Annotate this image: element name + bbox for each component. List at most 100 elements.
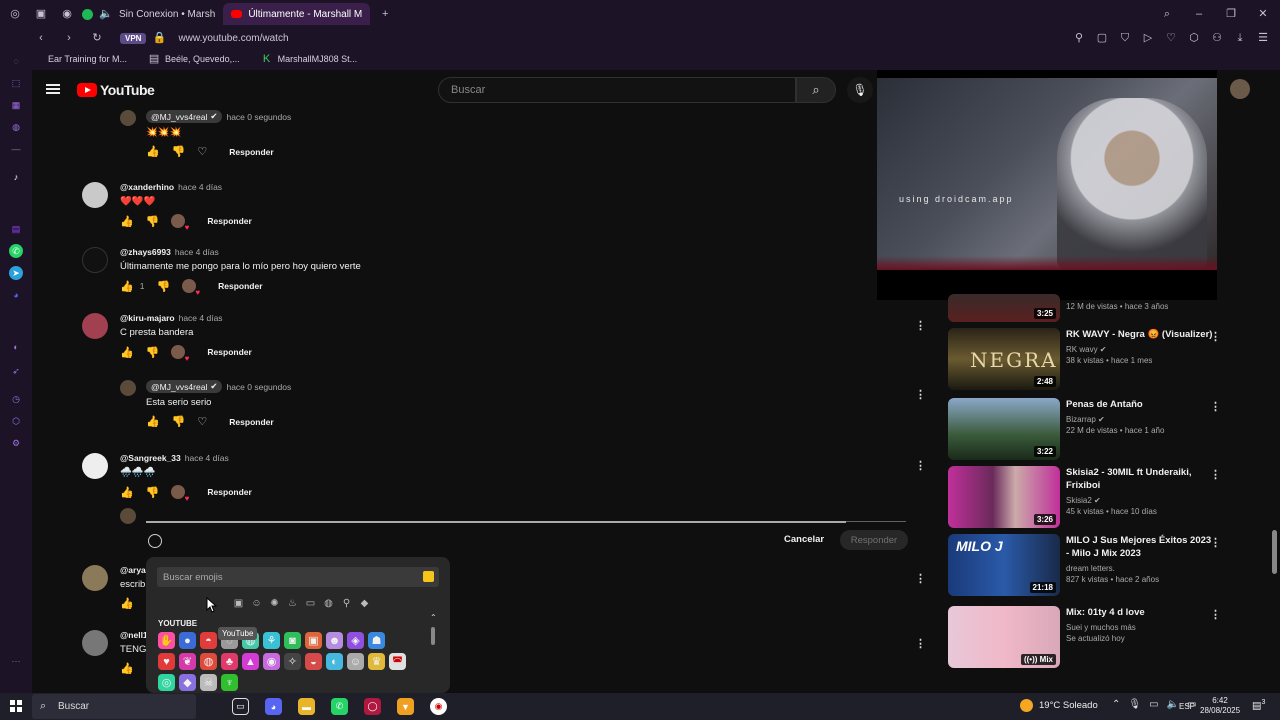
heart-icon[interactable]: ♡	[197, 415, 207, 428]
shield-icon[interactable]: ⛉	[1118, 31, 1132, 45]
video-menu-icon[interactable]: ⋮	[1210, 608, 1221, 621]
comment-menu-icon[interactable]: ⋮	[915, 572, 926, 585]
channel-name[interactable]: RK wavy	[1066, 345, 1098, 354]
thumbnail[interactable]: 3:22	[948, 398, 1060, 460]
people-category-icon[interactable]: ✺	[268, 597, 281, 610]
dislike-icon[interactable]: 👎	[172, 145, 186, 158]
forward-icon[interactable]: ›	[62, 31, 76, 45]
thumbnail[interactable]: 3:25	[948, 294, 1060, 322]
comment-menu-icon[interactable]: ⋮	[915, 319, 926, 332]
like-icon[interactable]: 👍	[120, 597, 134, 610]
notifications-icon[interactable]: ▤3	[1252, 699, 1265, 711]
download-icon[interactable]: ⤓	[1233, 31, 1247, 45]
emoji-face-icon[interactable]: ●	[179, 632, 196, 649]
tab-overview-icon[interactable]: ◉	[60, 7, 74, 21]
start-button[interactable]	[10, 700, 22, 712]
emoji-robot-icon[interactable]: ☻	[326, 632, 343, 649]
video-menu-icon[interactable]: ⋮	[1210, 468, 1221, 481]
recommendation-item[interactable]: 3:26 Skisia2 - 30MIL ft Underaiki, Frixi…	[948, 466, 1248, 528]
symbols-category-icon[interactable]: ◆	[358, 597, 371, 610]
discord-icon[interactable]: ◕	[265, 698, 282, 715]
youtube-logo[interactable]: YouTube	[77, 82, 155, 98]
channel-name[interactable]: Skisia2	[1066, 496, 1092, 505]
comment-time[interactable]: hace 4 días	[178, 182, 222, 192]
tiktok-icon[interactable]: ♪	[9, 170, 23, 184]
emoji-ghost-icon[interactable]: ☗	[368, 632, 385, 649]
emoji-angry-icon[interactable]: ◒	[305, 653, 322, 670]
search-button[interactable]: ⌕	[796, 77, 836, 103]
avatar[interactable]	[82, 453, 108, 479]
extensions-icon[interactable]: ⬡	[1187, 31, 1201, 45]
voice-search-button[interactable]: 🎙	[847, 77, 873, 103]
youtube-category-icon[interactable]: ▣	[232, 597, 245, 610]
cancel-button[interactable]: Cancelar	[784, 534, 824, 545]
recommendation-item[interactable]: NEGRA 2:48 RK WAVY - Negra 😡 (Visualizer…	[948, 328, 1248, 390]
recommendation-item[interactable]: ((•)) Mix Mix: 01ty 4 d love Suei y much…	[948, 606, 1248, 668]
scroll-up-icon[interactable]: ⌃	[430, 613, 437, 622]
like-icon[interactable]: 👍	[120, 486, 134, 499]
channel-name[interactable]: Bizarrap	[1066, 415, 1096, 424]
comment-author[interactable]: @kiru-majaro	[120, 313, 175, 323]
telegram-icon[interactable]: ➤	[9, 266, 23, 280]
comment-author[interactable]: @Sangreek_33	[120, 453, 181, 463]
gamepad-icon[interactable]: ▣	[34, 7, 48, 21]
recommendation-item[interactable]: 3:22 Penas de Antaño Bizarrap ✔ 22 M de v…	[948, 398, 1248, 460]
emoji-lips-icon[interactable]: ◓	[200, 632, 217, 649]
emoji-picker-icon[interactable]	[148, 534, 162, 548]
like-icon[interactable]: 👍	[146, 415, 160, 428]
emoji-pink-icon[interactable]: ❦	[179, 653, 196, 670]
comment-time[interactable]: hace 4 días	[175, 247, 219, 257]
dislike-icon[interactable]: 👎	[146, 346, 160, 359]
account-avatar[interactable]	[1230, 79, 1250, 99]
reply-button[interactable]: Responder	[229, 417, 273, 427]
avatar[interactable]	[82, 182, 108, 208]
taskbar-search[interactable]: ⌕ Buscar	[32, 694, 196, 719]
emoji-frog-icon[interactable]: ◙	[284, 632, 301, 649]
channel-name[interactable]: Suei y muchos más	[1066, 623, 1136, 632]
emoji-skull-icon[interactable]: ☠	[200, 674, 217, 691]
comment-time[interactable]: hace 0 segundos	[226, 112, 291, 122]
reply-button[interactable]: Responder	[207, 216, 251, 226]
author-chip[interactable]: @MJ_vvs4real ✔	[146, 110, 223, 123]
like-icon[interactable]: 👍	[120, 662, 134, 675]
author-chip[interactable]: @MJ_vvs4real ✔	[146, 380, 223, 393]
reload-icon[interactable]: ↻	[90, 31, 104, 45]
player-icon[interactable]: ▦	[9, 98, 23, 112]
thumbnail[interactable]: MILO J 21:18	[948, 534, 1060, 596]
more-icon[interactable]: ⋯	[9, 654, 23, 668]
dislike-icon[interactable]: 👎	[146, 486, 160, 499]
discord-icon[interactable]: ◕	[9, 288, 23, 302]
channel-name[interactable]: dream letters.	[1066, 564, 1115, 573]
profile-icon[interactable]: ⚇	[1210, 31, 1224, 45]
emoji-dance-icon[interactable]: ⚘	[263, 632, 280, 649]
heart-icon[interactable]: ♡	[1164, 31, 1178, 45]
objects-category-icon[interactable]: ⚲	[340, 597, 353, 610]
emoji-scrollbar[interactable]	[431, 627, 435, 645]
thumbnail[interactable]: 3:26	[948, 466, 1060, 528]
opera-icon[interactable]: ◯	[364, 698, 381, 715]
video-menu-icon[interactable]: ⋮	[1210, 400, 1221, 413]
comment-author[interactable]: @nell1	[120, 630, 148, 640]
comment-time[interactable]: hace 4 días	[179, 313, 223, 323]
avatar[interactable]	[82, 313, 108, 339]
submit-reply-button[interactable]: Responder	[840, 530, 908, 550]
like-icon[interactable]: 👍	[120, 280, 134, 293]
comment-time[interactable]: hace 4 días	[185, 453, 229, 463]
box-icon[interactable]: ⬡	[9, 414, 23, 428]
smiley-category-icon[interactable]: ☺	[250, 597, 263, 610]
history-icon[interactable]: ◷	[9, 392, 23, 406]
aria-icon[interactable]: ◌	[9, 54, 23, 68]
comment-menu-icon[interactable]: ⋮	[915, 459, 926, 472]
bookmark-marshall[interactable]: K MarshallMJ808 St...	[260, 52, 357, 66]
dislike-icon[interactable]: 👎	[172, 415, 186, 428]
avatar[interactable]	[82, 565, 108, 591]
network-icon[interactable]: ▭	[1149, 699, 1158, 710]
speaker-icon[interactable]: 🔈	[99, 7, 113, 21]
comment-author[interactable]: @xanderhino	[120, 182, 174, 192]
emoji-green-icon[interactable]: ◎	[158, 674, 175, 691]
browser-icon[interactable]: ◉	[430, 698, 447, 715]
settings-menu-icon[interactable]: ☰	[1256, 31, 1270, 45]
minimize-icon[interactable]: –	[1192, 7, 1206, 21]
maximize-icon[interactable]: ❐	[1224, 7, 1238, 21]
bookmark-beele[interactable]: ▤ Beéle, Quevedo,...	[147, 52, 240, 66]
